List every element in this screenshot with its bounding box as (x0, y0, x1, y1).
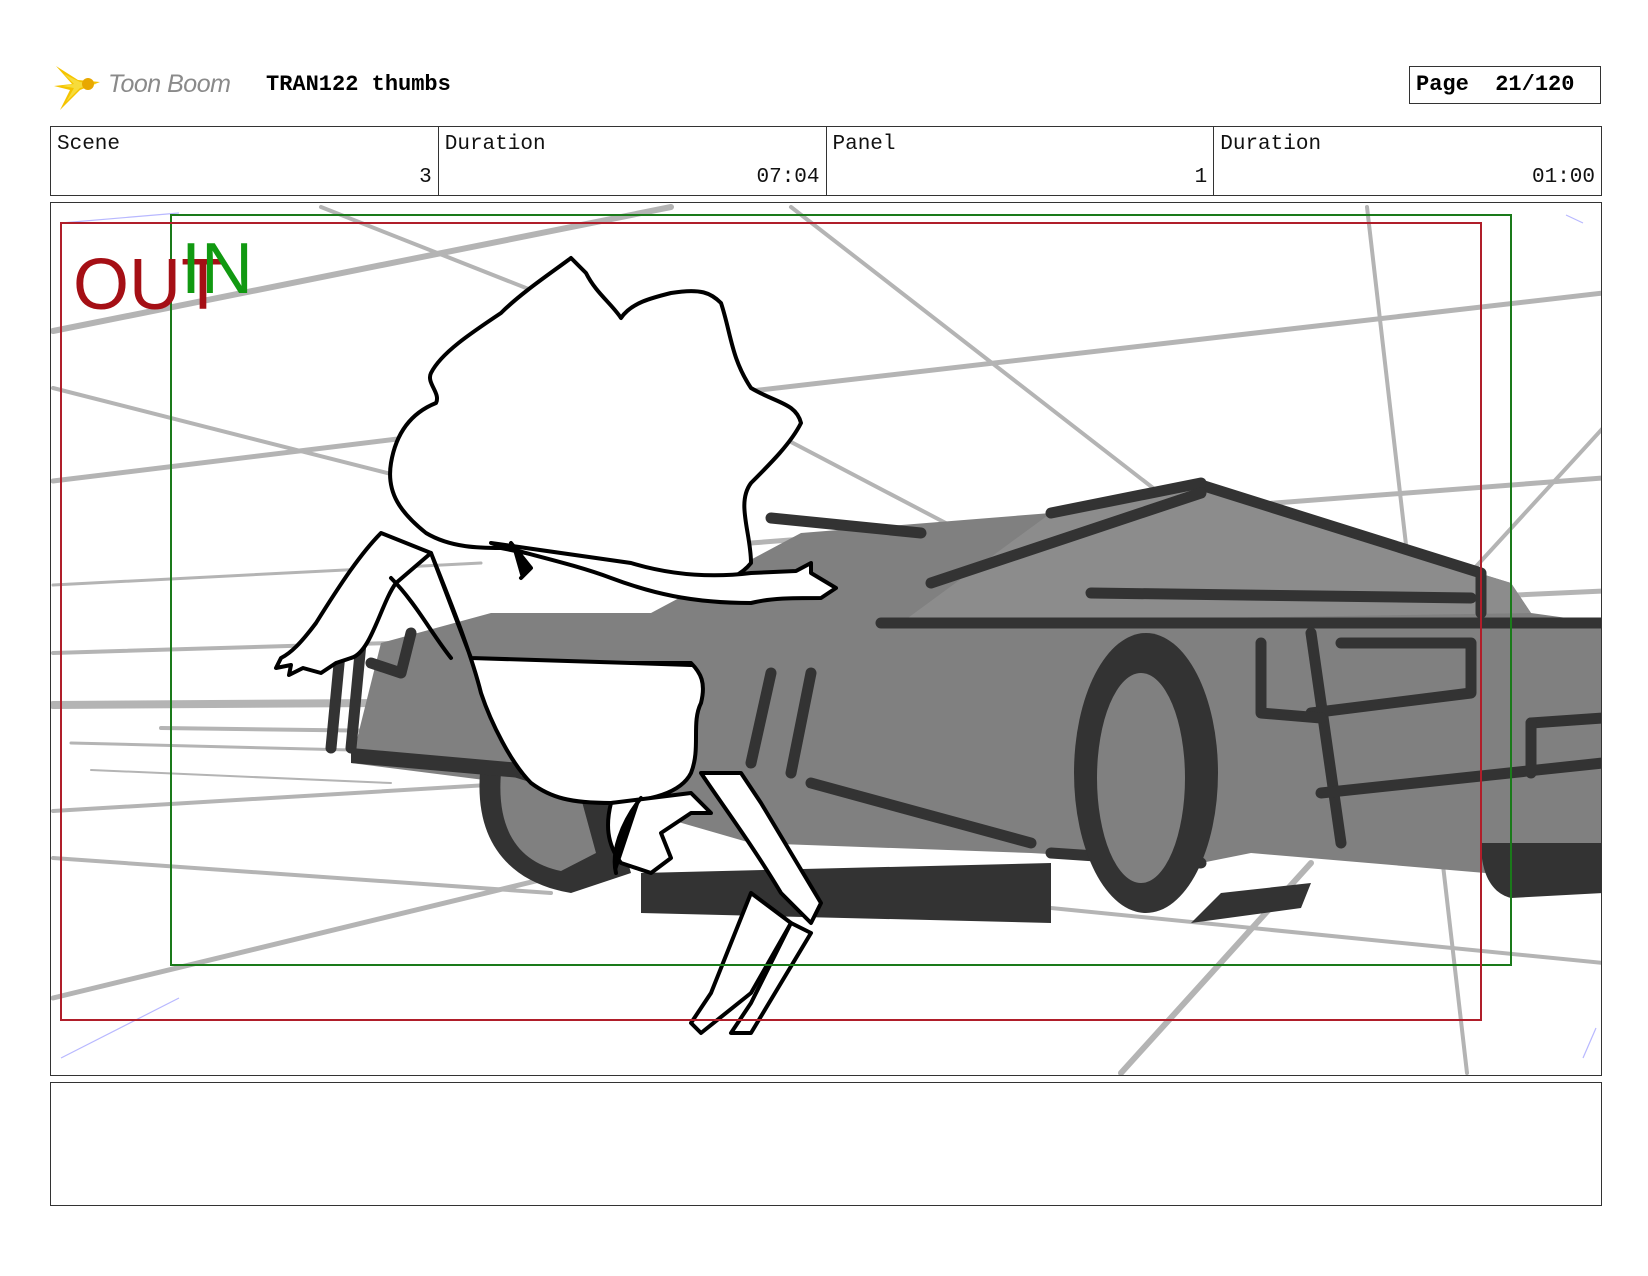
scene-duration-value: 07:04 (756, 166, 820, 189)
scene-duration-label: Duration (444, 133, 546, 156)
panel-label: Panel (832, 133, 896, 156)
storyboard-panel: OUT IN (50, 202, 1602, 1076)
in-label: IN (181, 229, 253, 309)
panel-notes-box (50, 1082, 1602, 1206)
scene-duration-cell: Duration 07:04 (439, 127, 827, 195)
starburst-icon (54, 66, 100, 110)
panel-cell: Panel 1 (827, 127, 1215, 195)
page-number: 21/120 (1495, 72, 1575, 97)
page-label: Page (1416, 72, 1469, 97)
panel-sketch: OUT IN (51, 204, 1601, 1075)
panel-number: 1 (1194, 166, 1208, 189)
scene-info-table: Scene 3 Duration 07:04 Panel 1 Duration … (50, 126, 1602, 196)
scene-label: Scene (57, 133, 121, 156)
logo-text: Toon Boom (108, 70, 231, 98)
project-title: TRAN122 thumbs (266, 72, 451, 97)
panel-duration-label: Duration (1220, 133, 1322, 156)
scene-cell: Scene 3 (51, 127, 439, 195)
page-indicator: Page 21/120 (1409, 66, 1601, 104)
scene-number: 3 (419, 166, 432, 189)
toon-boom-logo: Toon Boom (52, 60, 252, 112)
panel-duration-value: 01:00 (1531, 166, 1595, 189)
panel-duration-cell: Duration 01:00 (1214, 127, 1601, 195)
